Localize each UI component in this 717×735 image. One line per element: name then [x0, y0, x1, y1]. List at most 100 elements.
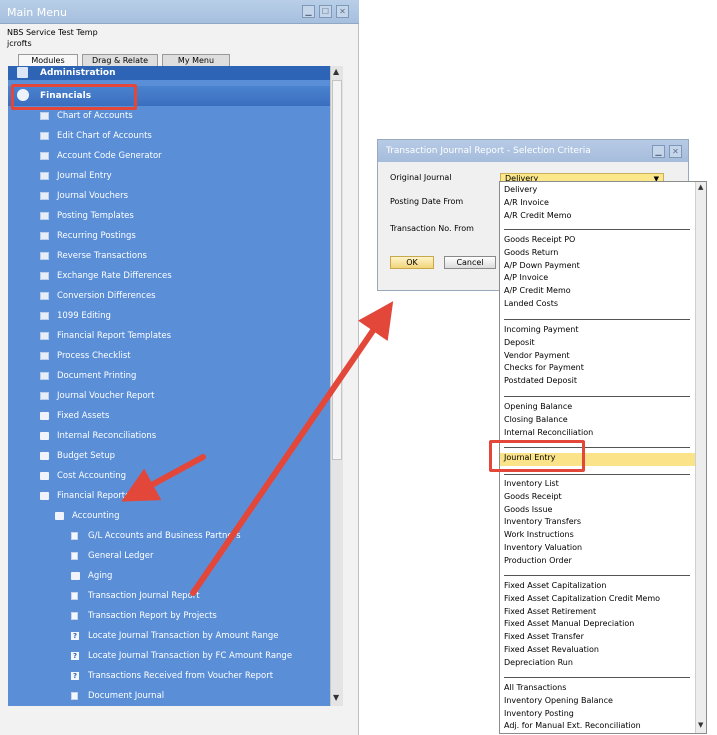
dropdown-option-vendor-payment[interactable]: Vendor Payment — [504, 350, 694, 362]
ok-button[interactable]: OK — [390, 256, 434, 269]
main-menu-window: Main Menu ▁ ☐ ✕ NBS Service Test Temp jc… — [0, 0, 359, 735]
dialog-minimize-icon[interactable]: ▁ — [652, 145, 665, 158]
dropdown-option-adj-for-manual-ext-reconciliation[interactable]: Adj. for Manual Ext. Reconciliation — [504, 720, 694, 732]
query-icon: ? — [71, 672, 79, 680]
folder-icon — [40, 412, 49, 420]
dialog-close-icon[interactable]: ✕ — [669, 145, 682, 158]
menu-item-label: Cost Accounting — [57, 471, 127, 481]
menu-item-label: Transactions Received from Voucher Repor… — [88, 671, 274, 681]
dropdown-option-a-p-credit-memo[interactable]: A/P Credit Memo — [504, 285, 694, 297]
dropdown-scroll-up-icon[interactable]: ▲ — [698, 183, 703, 191]
scroll-down-icon[interactable]: ▼ — [333, 693, 339, 702]
dropdown-option-incoming-payment[interactable]: Incoming Payment — [504, 324, 694, 336]
posting-date-from-label: Posting Date From — [390, 197, 464, 206]
dropdown-separator — [504, 229, 690, 230]
menu-item-label: Financial Reports — [57, 491, 130, 501]
document-icon — [40, 192, 49, 200]
document-icon — [40, 212, 49, 220]
menu-item-label: Reverse Transactions — [57, 251, 147, 261]
dropdown-scrollbar[interactable]: ▲ ▼ — [695, 182, 706, 733]
dropdown-option-goods-issue[interactable]: Goods Issue — [504, 504, 694, 516]
menu-item-label: Transaction Report by Projects — [88, 611, 217, 621]
document-icon — [40, 272, 49, 280]
query-icon: ? — [71, 632, 79, 640]
document-icon — [40, 372, 49, 380]
dropdown-option-fixed-asset-revaluation[interactable]: Fixed Asset Revaluation — [504, 644, 694, 656]
dropdown-option-fixed-asset-capitalization-credit-memo[interactable]: Fixed Asset Capitalization Credit Memo — [504, 593, 694, 605]
document-icon — [40, 292, 49, 300]
folder-icon — [71, 572, 80, 580]
dropdown-separator — [504, 319, 690, 320]
dropdown-option-inventory-posting[interactable]: Inventory Posting — [504, 708, 694, 720]
dropdown-option-inventory-list[interactable]: Inventory List — [504, 478, 694, 490]
dropdown-option-fixed-asset-capitalization[interactable]: Fixed Asset Capitalization — [504, 580, 694, 592]
dropdown-separator — [504, 677, 690, 678]
dropdown-option-inventory-valuation[interactable]: Inventory Valuation — [504, 542, 694, 554]
menu-item-label: Journal Entry — [57, 171, 112, 181]
dropdown-option-fixed-asset-manual-depreciation[interactable]: Fixed Asset Manual Depreciation — [504, 618, 694, 630]
scroll-thumb[interactable] — [332, 80, 342, 460]
main-menu-scrollbar[interactable]: ▲ ▼ — [330, 66, 343, 706]
dropdown-option-checks-for-payment[interactable]: Checks for Payment — [504, 362, 694, 374]
folder-icon — [40, 432, 49, 440]
menu-item-label: Posting Templates — [57, 211, 134, 221]
main-menu-titlebar: Main Menu ▁ ☐ ✕ — [0, 0, 359, 24]
maximize-icon[interactable]: ☐ — [319, 5, 332, 18]
dropdown-option-landed-costs[interactable]: Landed Costs — [504, 298, 694, 310]
dropdown-option-a-r-credit-memo[interactable]: A/R Credit Memo — [504, 210, 694, 222]
main-menu-title: Main Menu — [7, 6, 67, 19]
document-icon — [40, 172, 49, 180]
folder-open-icon — [55, 512, 64, 520]
menu-item-label: Locate Journal Transaction by Amount Ran… — [88, 631, 279, 641]
menu-item-label: Edit Chart of Accounts — [57, 131, 152, 141]
folder-icon — [40, 472, 49, 480]
dropdown-option-a-r-invoice[interactable]: A/R Invoice — [504, 197, 694, 209]
dropdown-option-goods-receipt-po[interactable]: Goods Receipt PO — [504, 234, 694, 246]
dropdown-option-goods-receipt[interactable]: Goods Receipt — [504, 491, 694, 503]
menu-item-label: Process Checklist — [57, 351, 131, 361]
folder-open-icon — [40, 492, 49, 500]
dropdown-separator — [504, 575, 690, 576]
menu-item-label: Document Printing — [57, 371, 137, 381]
scroll-up-icon[interactable]: ▲ — [333, 67, 339, 76]
dropdown-option-delivery[interactable]: Delivery — [504, 184, 694, 196]
highlight-box-financials — [11, 84, 137, 110]
dropdown-option-fixed-asset-retirement[interactable]: Fixed Asset Retirement — [504, 606, 694, 618]
administration-icon — [17, 67, 28, 78]
dropdown-option-production-order[interactable]: Production Order — [504, 555, 694, 567]
module-administration[interactable]: Administration — [8, 66, 330, 80]
dropdown-option-inventory-opening-balance[interactable]: Inventory Opening Balance — [504, 695, 694, 707]
report-icon — [71, 692, 78, 700]
document-icon — [40, 112, 49, 120]
dropdown-option-all-transactions[interactable]: All Transactions — [504, 682, 694, 694]
document-icon — [40, 312, 49, 320]
dropdown-separator — [504, 396, 690, 397]
dropdown-option-work-instructions[interactable]: Work Instructions — [504, 529, 694, 541]
query-icon: ? — [71, 652, 79, 660]
report-icon — [71, 612, 78, 620]
dropdown-option-closing-balance[interactable]: Closing Balance — [504, 414, 694, 426]
dropdown-option-opening-balance[interactable]: Opening Balance — [504, 401, 694, 413]
minimize-icon[interactable]: ▁ — [302, 5, 315, 18]
original-journal-label: Original Journal — [390, 173, 452, 182]
dropdown-option-fixed-asset-transfer[interactable]: Fixed Asset Transfer — [504, 631, 694, 643]
dropdown-option-internal-reconciliation[interactable]: Internal Reconciliation — [504, 427, 694, 439]
close-icon[interactable]: ✕ — [336, 5, 349, 18]
report-icon — [71, 552, 78, 560]
dropdown-option-a-p-down-payment[interactable]: A/P Down Payment — [504, 260, 694, 272]
dropdown-scroll-down-icon[interactable]: ▼ — [698, 721, 703, 729]
menu-item-label: Conversion Differences — [57, 291, 156, 301]
transaction-no-from-label: Transaction No. From — [390, 224, 474, 233]
menu-item-label: Budget Setup — [57, 451, 116, 461]
dropdown-option-deposit[interactable]: Deposit — [504, 337, 694, 349]
dropdown-option-depreciation-run[interactable]: Depreciation Run — [504, 657, 694, 669]
user-name: jcrofts — [7, 39, 32, 48]
dropdown-option-goods-return[interactable]: Goods Return — [504, 247, 694, 259]
document-icon — [40, 252, 49, 260]
dropdown-option-inventory-transfers[interactable]: Inventory Transfers — [504, 516, 694, 528]
document-icon — [40, 232, 49, 240]
modules-panel: Administration Financials Chart of Accou… — [8, 66, 343, 706]
dropdown-option-postdated-deposit[interactable]: Postdated Deposit — [504, 375, 694, 387]
cancel-button[interactable]: Cancel — [444, 256, 496, 269]
dropdown-option-a-p-invoice[interactable]: A/P Invoice — [504, 272, 694, 284]
